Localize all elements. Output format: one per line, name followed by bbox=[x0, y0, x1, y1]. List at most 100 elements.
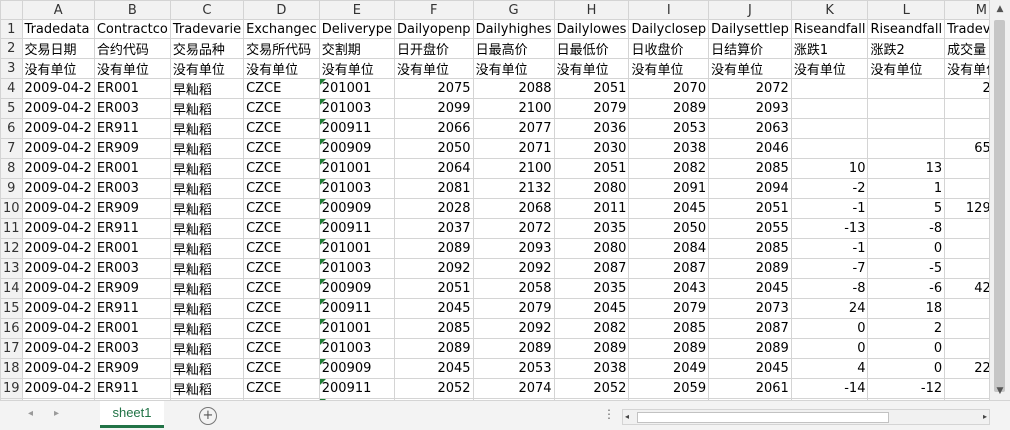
cell[interactable]: 2068 bbox=[472, 198, 555, 219]
cell[interactable]: CZCE bbox=[243, 138, 320, 159]
cell[interactable]: ER911 bbox=[93, 298, 171, 319]
column-header-m[interactable]: M bbox=[944, 0, 990, 20]
cell[interactable]: 交易所代码 bbox=[243, 38, 320, 59]
cell[interactable]: 没有单位 bbox=[243, 58, 320, 79]
column-header-h[interactable]: H bbox=[553, 0, 630, 20]
cell[interactable]: Tradedata bbox=[21, 19, 95, 39]
cell[interactable]: 2009-04-2 bbox=[21, 378, 95, 399]
cell[interactable]: 2084 bbox=[628, 238, 710, 259]
cell[interactable]: 0 bbox=[867, 338, 946, 359]
cell[interactable]: 没有单位 bbox=[708, 58, 792, 79]
cell[interactable]: 没有单位 bbox=[867, 58, 946, 79]
cell[interactable]: 2053 bbox=[628, 118, 710, 139]
cell[interactable]: 2087 bbox=[628, 258, 710, 279]
cell[interactable]: -8 bbox=[790, 278, 869, 299]
cell[interactable]: 2075 bbox=[393, 78, 474, 99]
cell[interactable]: 14 bbox=[944, 378, 990, 399]
cell[interactable]: 24 bbox=[790, 298, 869, 319]
cell[interactable]: 交易品种 bbox=[169, 38, 245, 59]
cell[interactable]: 200911 bbox=[318, 218, 395, 239]
cell[interactable]: ER911 bbox=[93, 218, 171, 239]
cell[interactable]: 2084 bbox=[944, 78, 990, 99]
cell[interactable]: 2009-04-2 bbox=[21, 278, 95, 299]
cell[interactable]: ER001 bbox=[93, 158, 171, 179]
cell[interactable]: ER909 bbox=[93, 138, 171, 159]
cell[interactable]: 2 bbox=[867, 318, 946, 339]
cell[interactable]: 早籼稻 bbox=[169, 298, 245, 319]
row-header[interactable]: 15 bbox=[0, 298, 23, 319]
cell[interactable]: 0 bbox=[867, 358, 946, 379]
cell[interactable]: 2009-04-2 bbox=[21, 338, 95, 359]
cell[interactable]: 2071 bbox=[472, 138, 555, 159]
cell[interactable]: 1 bbox=[867, 178, 946, 199]
cell[interactable]: -14 bbox=[790, 378, 869, 399]
cell[interactable]: 13 bbox=[867, 158, 946, 179]
column-header-b[interactable]: B bbox=[93, 0, 171, 20]
row-header[interactable]: 13 bbox=[0, 258, 23, 279]
cell[interactable]: 没有单位 bbox=[944, 58, 990, 79]
cell[interactable]: 0 bbox=[790, 338, 869, 359]
cell[interactable]: 201001 bbox=[318, 78, 395, 99]
row-header[interactable]: 16 bbox=[0, 318, 23, 339]
cell[interactable]: 200911 bbox=[318, 378, 395, 399]
cell[interactable]: 没有单位 bbox=[318, 58, 395, 79]
cell[interactable]: 2079 bbox=[553, 98, 630, 119]
cell[interactable]: 2009-04-2 bbox=[21, 158, 95, 179]
cell[interactable]: 交割期 bbox=[318, 38, 395, 59]
cell[interactable]: Dailyhighes bbox=[472, 19, 555, 39]
cell[interactable]: -7 bbox=[790, 258, 869, 279]
cell[interactable]: 842 bbox=[944, 158, 990, 179]
cell[interactable]: 2011 bbox=[553, 198, 630, 219]
horizontal-scrollbar[interactable]: ◂ ▸ bbox=[622, 409, 990, 425]
cell[interactable]: 30 bbox=[944, 298, 990, 319]
column-header-l[interactable]: L bbox=[867, 0, 946, 20]
cell[interactable]: 2009-04-2 bbox=[21, 298, 95, 319]
cell[interactable]: 合约代码 bbox=[93, 38, 171, 59]
cell[interactable]: 2092 bbox=[472, 318, 555, 339]
cell[interactable]: 日收盘价 bbox=[628, 38, 710, 59]
cell[interactable]: Dailyopenp bbox=[393, 19, 474, 39]
cell[interactable]: 2009-04-2 bbox=[21, 138, 95, 159]
cell[interactable]: 早籼稻 bbox=[169, 158, 245, 179]
scroll-left-icon[interactable]: ◂ bbox=[625, 410, 629, 424]
cell[interactable]: 200909 bbox=[318, 138, 395, 159]
cell[interactable]: 2073 bbox=[708, 298, 792, 319]
cell[interactable]: 涨跌1 bbox=[790, 38, 869, 59]
cell[interactable]: 2037 bbox=[393, 218, 474, 239]
cell[interactable] bbox=[867, 98, 946, 119]
cell[interactable]: 2077 bbox=[472, 118, 555, 139]
cell[interactable]: 2088 bbox=[472, 78, 555, 99]
column-header-a[interactable]: A bbox=[21, 0, 95, 20]
cell[interactable]: 2035 bbox=[553, 278, 630, 299]
cell[interactable]: -5 bbox=[867, 258, 946, 279]
cell[interactable]: 2089 bbox=[628, 98, 710, 119]
cell[interactable]: 2058 bbox=[472, 278, 555, 299]
cell[interactable]: 早籼稻 bbox=[169, 318, 245, 339]
cell[interactable]: 没有单位 bbox=[169, 58, 245, 79]
cell[interactable]: 2072 bbox=[472, 218, 555, 239]
cell[interactable]: 没有单位 bbox=[393, 58, 474, 79]
cell[interactable]: ER909 bbox=[93, 358, 171, 379]
cell[interactable]: CZCE bbox=[243, 218, 320, 239]
column-header-c[interactable]: C bbox=[169, 0, 245, 20]
cell[interactable]: 2051 bbox=[393, 278, 474, 299]
cell[interactable]: CZCE bbox=[243, 98, 320, 119]
cell[interactable]: 42174 bbox=[944, 278, 990, 299]
column-header-e[interactable]: E bbox=[318, 0, 395, 20]
cell[interactable]: 2009-04-2 bbox=[21, 198, 95, 219]
cell[interactable]: 2053 bbox=[472, 358, 555, 379]
cell[interactable]: 2045 bbox=[708, 278, 792, 299]
cell[interactable]: 2087 bbox=[708, 318, 792, 339]
row-header[interactable]: 4 bbox=[0, 78, 23, 99]
cell[interactable]: 2089 bbox=[393, 238, 474, 259]
cell[interactable]: 日最高价 bbox=[472, 38, 555, 59]
cell[interactable]: 2028 bbox=[393, 198, 474, 219]
cell[interactable]: 374 bbox=[944, 238, 990, 259]
cell[interactable]: 201003 bbox=[318, 338, 395, 359]
cell[interactable]: 201003 bbox=[318, 178, 395, 199]
cell[interactable]: 129300 bbox=[944, 198, 990, 219]
cell[interactable]: 2089 bbox=[553, 338, 630, 359]
cell[interactable]: 2052 bbox=[393, 378, 474, 399]
cell[interactable]: Dailysettlep bbox=[708, 19, 792, 39]
cell[interactable]: 2092 bbox=[472, 258, 555, 279]
